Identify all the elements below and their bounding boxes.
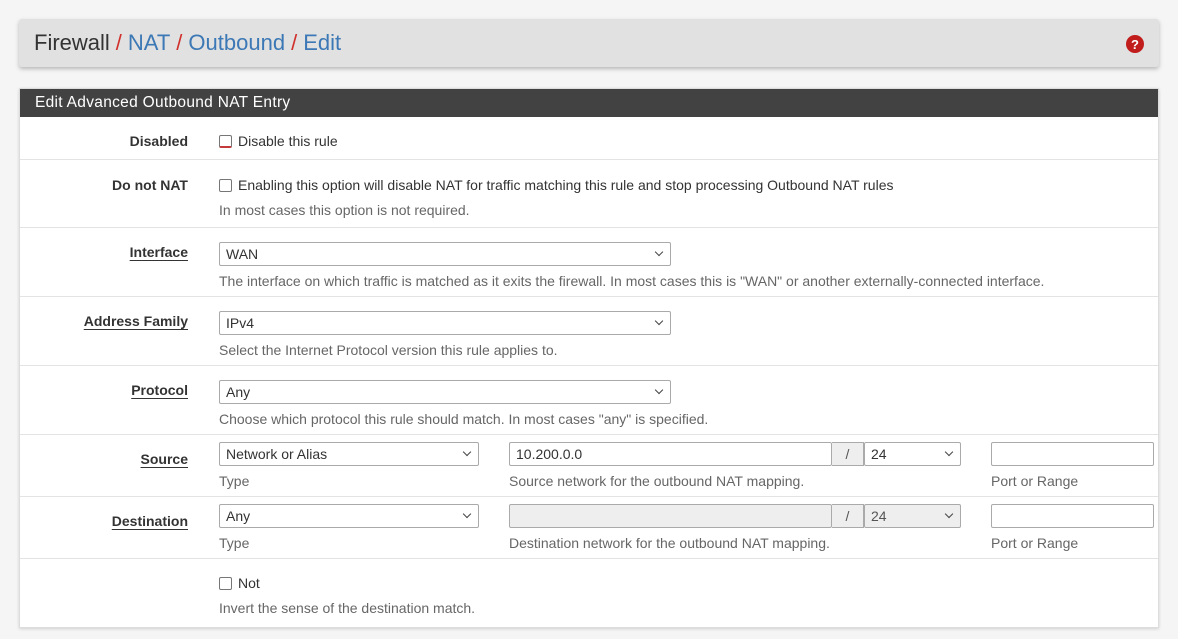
breadcrumb-firewall[interactable]: Firewall	[34, 30, 110, 56]
do-not-nat-help: In most cases this option is not require…	[219, 202, 470, 218]
not-control: Not	[219, 575, 260, 593]
protocol-help: Choose which protocol this rule should m…	[219, 411, 709, 427]
breadcrumb-separator: /	[291, 30, 298, 55]
source-port-input[interactable]	[991, 442, 1154, 466]
edit-nat-panel: Edit Advanced Outbound NAT Entry Disable…	[19, 88, 1159, 628]
chevron-down-icon	[655, 249, 664, 258]
row-disabled: Disabled Disable this rule	[20, 117, 1158, 160]
destination-port-input[interactable]	[991, 504, 1154, 528]
source-port-help: Port or Range	[991, 473, 1079, 489]
row-protocol: Protocol Any Choose which protocol this …	[20, 366, 1158, 435]
address-family-select-value: IPv4	[226, 315, 255, 331]
chevron-down-icon	[463, 511, 472, 520]
breadcrumb-edit[interactable]: Edit	[303, 30, 341, 56]
address-family-label: Address Family	[83, 313, 188, 329]
do-not-nat-control: Enabling this option will disable NAT fo…	[219, 177, 894, 195]
interface-select[interactable]: WAN	[219, 242, 671, 266]
do-not-nat-checkbox-label: Enabling this option will disable NAT fo…	[238, 177, 894, 193]
row-address-family: Address Family IPv4 Select the Internet …	[20, 297, 1158, 366]
breadcrumb-separator: /	[115, 30, 122, 55]
destination-type-value: Any	[226, 508, 251, 524]
protocol-select-value: Any	[226, 384, 251, 400]
row-source: Source Network or Alias Type 10.200.0.0 …	[20, 435, 1158, 497]
panel-title: Edit Advanced Outbound NAT Entry	[20, 89, 1158, 117]
destination-port-help: Port or Range	[991, 535, 1079, 551]
not-checkbox[interactable]	[219, 577, 232, 590]
protocol-label: Protocol	[131, 382, 188, 398]
address-family-help: Select the Internet Protocol version thi…	[219, 342, 558, 358]
disable-rule-checkbox-label: Disable this rule	[238, 133, 338, 149]
chevron-down-icon	[463, 449, 472, 458]
destination-network-help: Destination network for the outbound NAT…	[509, 535, 830, 551]
breadcrumb-separator: /	[176, 30, 183, 55]
destination-label: Destination	[111, 513, 188, 529]
source-network-input[interactable]: 10.200.0.0	[509, 442, 832, 466]
protocol-select[interactable]: Any	[219, 380, 671, 404]
breadcrumb-outbound[interactable]: Outbound	[188, 30, 285, 56]
disabled-control: Disable this rule	[219, 133, 338, 151]
disable-rule-checkbox[interactable]	[219, 135, 232, 148]
do-not-nat-label: Do not NAT	[112, 177, 188, 193]
destination-network-input[interactable]	[509, 504, 832, 528]
source-mask-select[interactable]: 24	[864, 442, 961, 466]
disabled-label: Disabled	[129, 133, 188, 149]
destination-type-select[interactable]: Any	[219, 504, 479, 528]
chevron-down-icon	[655, 318, 664, 327]
breadcrumb-nat[interactable]: NAT	[128, 30, 170, 56]
not-checkbox-label: Not	[238, 575, 260, 591]
row-do-not-nat: Do not NAT Enabling this option will dis…	[20, 160, 1158, 228]
interface-help: The interface on which traffic is matche…	[219, 273, 1045, 289]
interface-select-value: WAN	[226, 246, 259, 262]
chevron-down-icon	[945, 511, 954, 520]
chevron-down-icon	[655, 387, 664, 396]
source-network-value: 10.200.0.0	[516, 446, 583, 462]
source-mask-value: 24	[871, 446, 887, 462]
source-type-value: Network or Alias	[226, 446, 328, 462]
row-interface: Interface WAN The interface on which tra…	[20, 228, 1158, 297]
help-icon[interactable]: ?	[1126, 35, 1144, 53]
destination-mask-value: 24	[871, 508, 887, 524]
row-not: Not Invert the sense of the destination …	[20, 559, 1158, 627]
source-type-help: Type	[219, 473, 250, 489]
destination-slash-addon: /	[832, 504, 864, 528]
destination-mask-select[interactable]: 24	[864, 504, 961, 528]
do-not-nat-checkbox[interactable]	[219, 179, 232, 192]
source-slash-addon: /	[832, 442, 864, 466]
breadcrumb: Firewall / NAT / Outbound / Edit ?	[19, 19, 1159, 67]
destination-type-help: Type	[219, 535, 250, 551]
interface-label: Interface	[129, 244, 188, 260]
not-help: Invert the sense of the destination matc…	[219, 600, 476, 616]
source-network-help: Source network for the outbound NAT mapp…	[509, 473, 805, 489]
chevron-down-icon	[945, 449, 954, 458]
row-destination: Destination Any Type / 24 Destination ne…	[20, 497, 1158, 559]
address-family-select[interactable]: IPv4	[219, 311, 671, 335]
source-type-select[interactable]: Network or Alias	[219, 442, 479, 466]
source-label: Source	[140, 451, 188, 467]
